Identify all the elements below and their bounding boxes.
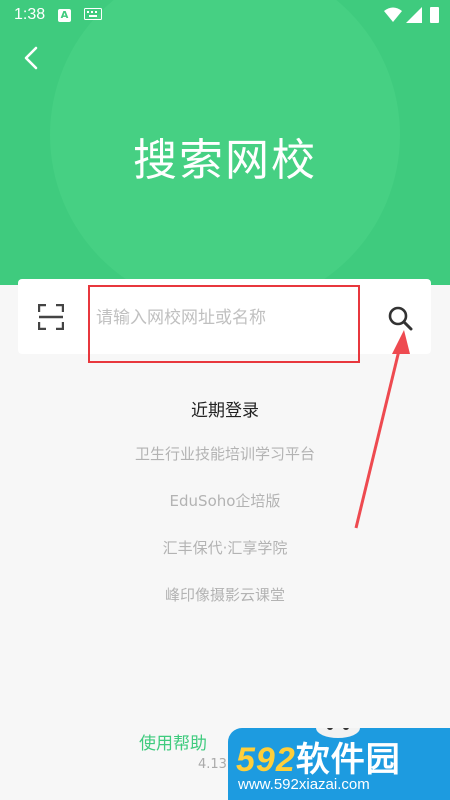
recent-item[interactable]: 峰印像摄影云课堂 <box>0 585 450 632</box>
search-card <box>18 279 431 354</box>
back-button[interactable] <box>18 44 46 72</box>
notification-a-icon: A <box>58 9 71 22</box>
recent-title: 近期登录 <box>191 401 259 421</box>
chevron-left-icon <box>24 46 38 70</box>
help-link[interactable]: 使用帮助 <box>139 729 207 754</box>
version-text: 4.13 <box>198 757 227 772</box>
status-bar: 1:38 A <box>0 0 450 32</box>
recent-list: 卫生行业技能培训学习平台 EduSoho企培版 汇丰保代·汇享学院 峰印像摄影云… <box>0 444 450 632</box>
keyboard-icon <box>84 8 102 20</box>
header: 1:38 A 搜索网校 <box>0 0 450 285</box>
recent-item[interactable]: 卫生行业技能培训学习平台 <box>0 444 450 491</box>
signal-icon <box>406 7 422 23</box>
watermark-brand: 软件园 <box>295 741 401 779</box>
page-title: 搜索网校 <box>133 135 317 186</box>
watermark-url: www.592xiazai.com <box>238 776 370 793</box>
watermark-title: 592软件园 <box>236 732 401 781</box>
recent-item[interactable]: EduSoho企培版 <box>0 491 450 538</box>
watermark-logo: 592软件园 www.592xiazai.com <box>228 728 450 800</box>
recent-item[interactable]: 汇丰保代·汇享学院 <box>0 538 450 585</box>
scan-icon[interactable] <box>38 304 64 330</box>
wifi-icon <box>384 7 402 22</box>
search-icon[interactable] <box>387 305 413 331</box>
battery-icon <box>430 7 439 23</box>
watermark-number: 592 <box>236 741 296 779</box>
search-input[interactable] <box>96 301 358 335</box>
status-time: 1:38 <box>14 6 46 23</box>
